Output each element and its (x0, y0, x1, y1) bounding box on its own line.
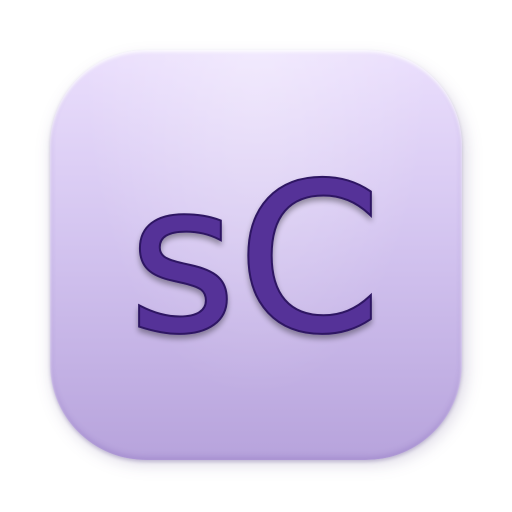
app-icon-glyph: sC (127, 139, 383, 381)
app-icon-label: sC (129, 141, 383, 379)
canvas: sC (0, 0, 512, 512)
